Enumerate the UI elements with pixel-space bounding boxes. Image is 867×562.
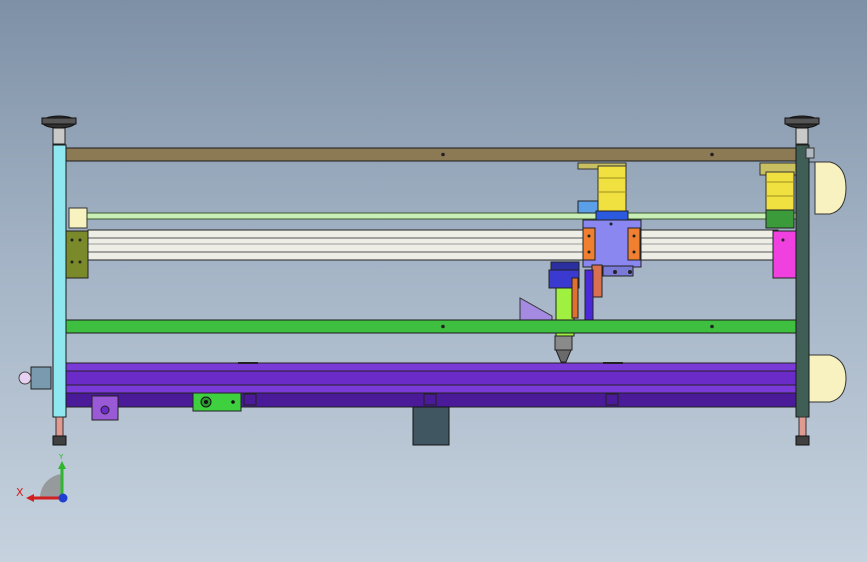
limit-switch-block [192,392,242,412]
green-cross-rail [65,319,797,334]
control-box [412,406,450,446]
purple-bed [65,362,797,408]
carriage-motor [577,162,629,222]
rod-end-block [68,207,88,229]
leveling-foot-bottom-right [795,416,810,446]
cad-viewport[interactable]: X Y [0,0,867,562]
guide-rod [85,212,797,220]
rail-bolt [710,152,714,157]
leveling-foot-top-left [41,115,77,145]
yellow-guard-lower [807,354,847,403]
leveling-foot-bottom-left [52,416,67,446]
right-post [795,144,810,418]
side-sensor-left [18,366,52,390]
top-rail [65,147,807,162]
left-post [52,144,67,418]
axis-y-label: Y [58,453,64,461]
linear-axis-beam [87,229,779,261]
triangle-bracket [519,297,553,323]
leveling-foot-top-right [784,115,820,145]
spindle [548,261,580,363]
axis-x-label: X [16,486,24,499]
post-cap [805,147,815,159]
axis-triad-icon[interactable]: X Y [16,453,68,503]
z-axis-slide [584,264,603,321]
rail-bolt [441,152,445,157]
